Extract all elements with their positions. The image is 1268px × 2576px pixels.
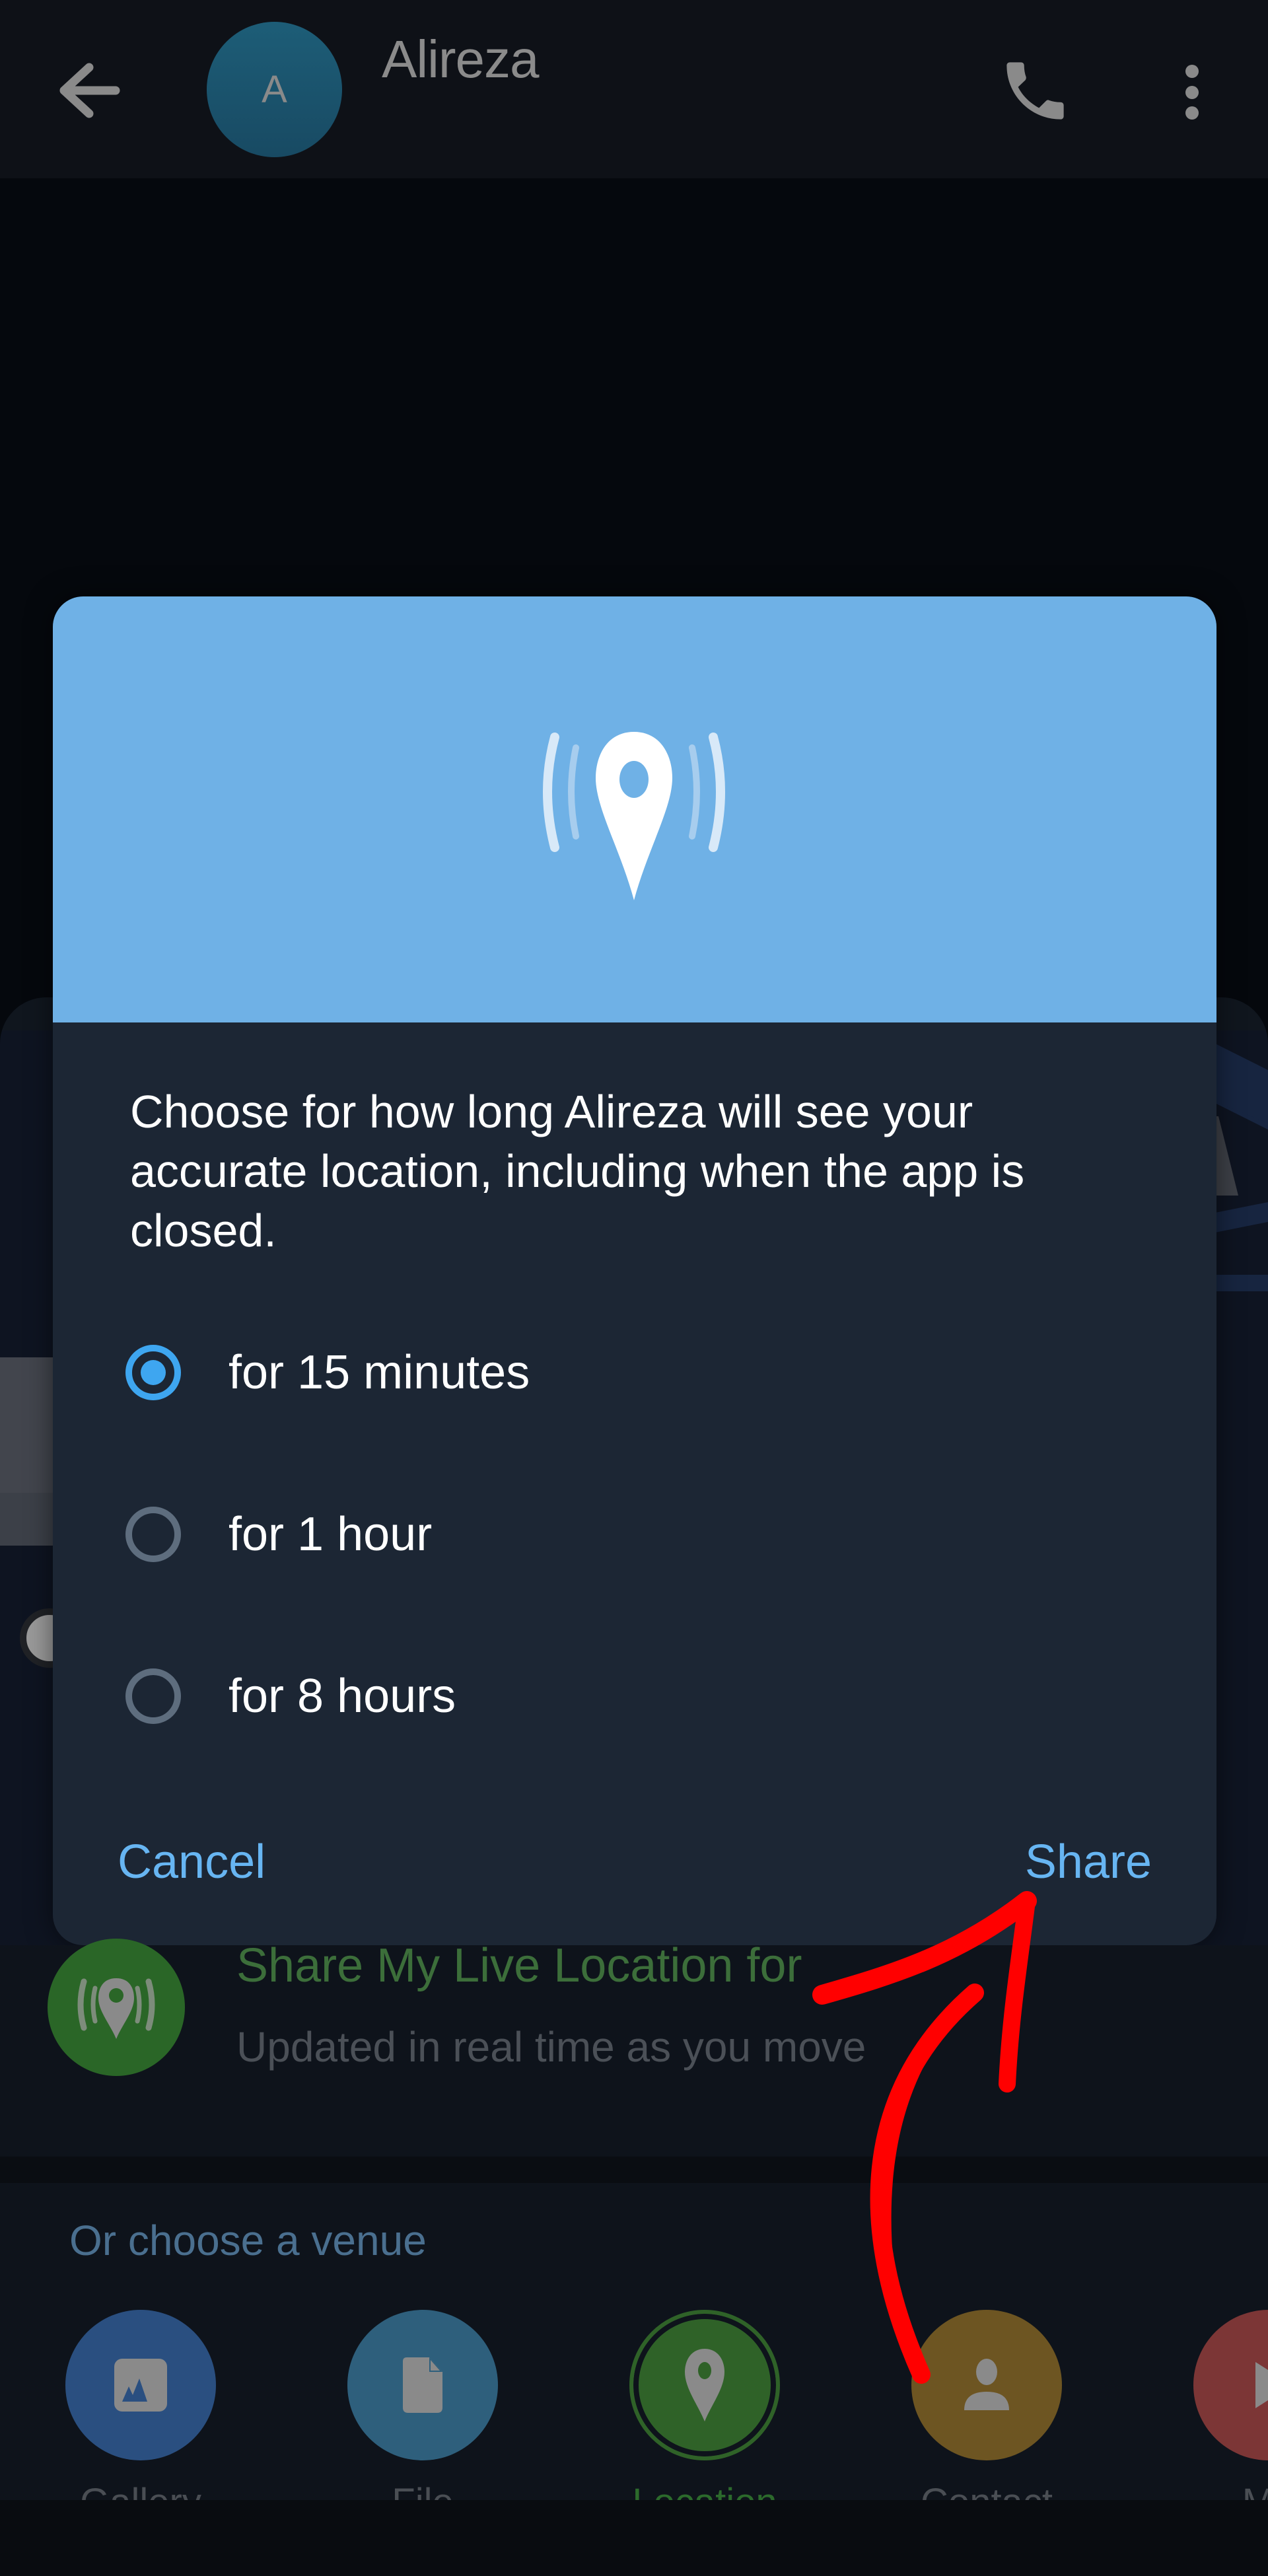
radio-button[interactable]	[125, 1668, 181, 1724]
radio-button[interactable]	[125, 1507, 181, 1562]
live-location-icon	[77, 1978, 155, 2039]
file-icon	[403, 2357, 442, 2413]
tab-music[interactable]: Mu	[1193, 2310, 1268, 2524]
live-location-button[interactable]	[48, 1939, 185, 2076]
chat-header: A Alireza	[0, 0, 1268, 178]
tab-location[interactable]: Location	[629, 2310, 780, 2524]
more-vert-icon	[1185, 65, 1199, 120]
gallery-button[interactable]	[65, 2310, 216, 2460]
contact-button[interactable]	[911, 2310, 1062, 2460]
location-button[interactable]	[629, 2310, 780, 2460]
option-1-hour[interactable]: for 1 hour	[125, 1485, 1182, 1584]
music-icon	[1255, 2362, 1268, 2408]
contact-icon	[964, 2359, 1009, 2410]
avatar-initial: A	[262, 68, 287, 111]
venue-header: Or choose a venue	[69, 2217, 427, 2264]
radio-button-selected[interactable]	[125, 1345, 181, 1400]
gallery-icon	[114, 2359, 167, 2412]
avatar[interactable]: A	[207, 22, 342, 157]
chat-title[interactable]: Alireza	[382, 29, 540, 90]
file-button[interactable]	[347, 2310, 498, 2460]
call-button[interactable]	[997, 53, 1073, 129]
live-location-dialog: Choose for how long Alireza will see you…	[53, 596, 1216, 1945]
dialog-header	[53, 596, 1216, 1022]
back-button[interactable]	[53, 59, 125, 122]
option-label: for 15 minutes	[229, 1346, 530, 1399]
music-button[interactable]	[1193, 2310, 1268, 2460]
share-button[interactable]: Share	[1025, 1835, 1152, 1889]
dialog-message: Choose for how long Alireza will see you…	[130, 1086, 1025, 1256]
more-menu-button[interactable]	[1169, 56, 1215, 129]
live-location-subtitle: Updated in real time as you move	[236, 2023, 866, 2071]
option-8-hours[interactable]: for 8 hours	[125, 1647, 1182, 1746]
arrow-left-icon	[59, 63, 120, 118]
tab-gallery[interactable]: Gallery	[65, 2310, 216, 2524]
tab-file[interactable]: File	[347, 2310, 498, 2524]
section-divider	[0, 2157, 1268, 2183]
option-15-minutes[interactable]: for 15 minutes	[125, 1323, 1182, 1422]
navigation-bar-area	[0, 2500, 1268, 2576]
map-building	[0, 1357, 59, 1493]
cancel-button[interactable]: Cancel	[118, 1835, 265, 1889]
tab-contact[interactable]: Contact	[911, 2310, 1062, 2524]
option-label: for 8 hours	[229, 1670, 456, 1723]
live-location-icon	[543, 732, 725, 900]
live-location-title[interactable]: Share My Live Location for	[236, 1939, 802, 1993]
option-label: for 1 hour	[229, 1508, 433, 1561]
phone-icon	[1006, 62, 1064, 120]
location-pin-icon	[685, 2349, 724, 2421]
map-building	[0, 1493, 59, 1546]
